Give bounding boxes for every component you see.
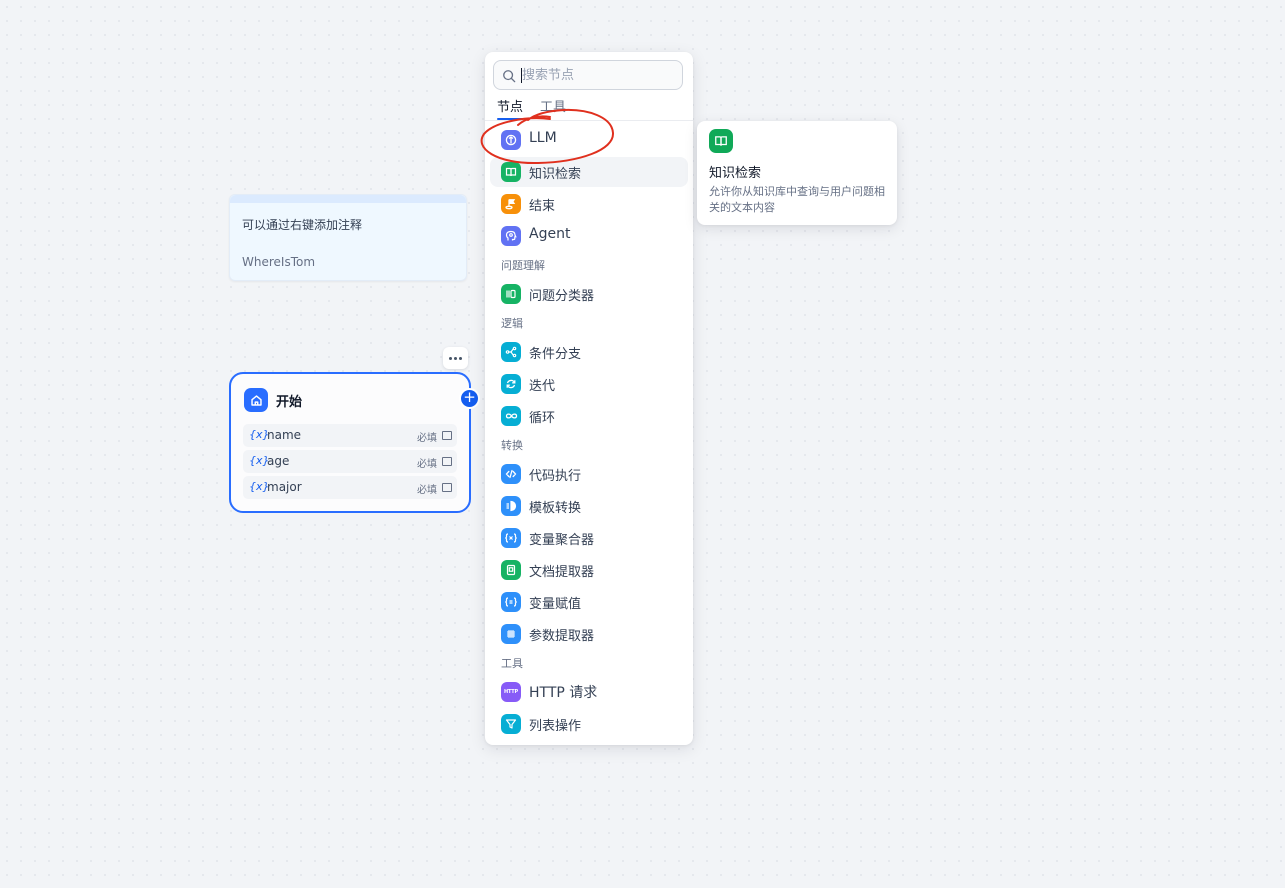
node-item-label: Agent: [529, 226, 571, 242]
more-options-button[interactable]: [443, 347, 468, 369]
required-label: 必填: [417, 459, 437, 470]
node-item-label: 迭代: [529, 379, 556, 394]
node-item-label: 结束: [529, 199, 556, 214]
branch-icon: [501, 342, 521, 362]
llm-icon: [501, 130, 521, 150]
node-item-label: 文档提取器: [529, 565, 595, 580]
variable-row: {x} major 必填: [243, 476, 457, 499]
dot-icon: [454, 356, 457, 360]
aggregator-icon: [501, 528, 521, 548]
end-icon: [501, 194, 521, 214]
start-node[interactable]: 开始 {x} name 必填 {x} age 必填 {x} major 必填: [229, 372, 471, 513]
node-item-label: 列表操作: [529, 719, 582, 734]
tab-divider: [485, 120, 693, 121]
node-item-variable-aggregator[interactable]: 变量聚合器: [490, 523, 688, 553]
variable-name: age: [267, 454, 290, 468]
node-item-end[interactable]: 结束: [490, 189, 688, 219]
node-item-label: 条件分支: [529, 347, 582, 362]
tooltip-description: 允许你从知识库中查询与用户问题相关的文本内容: [709, 185, 885, 214]
node-item-label: 变量赋值: [529, 597, 582, 612]
note-text[interactable]: 可以通过右键添加注释: [242, 216, 362, 233]
node-item-knowledge-retrieval[interactable]: 知识检索: [490, 157, 688, 187]
section-header: 问题理解: [501, 259, 545, 272]
text-input-type-icon: [442, 457, 452, 466]
node-item-label: 代码执行: [529, 469, 582, 484]
classifier-icon: [501, 284, 521, 304]
tab-nodes[interactable]: 节点: [497, 96, 523, 115]
variable-row: {x} age 必填: [243, 450, 457, 473]
assign-icon: [501, 592, 521, 612]
required-label: 必填: [417, 433, 437, 444]
variable-name: name: [267, 428, 302, 442]
iteration-icon: [501, 374, 521, 394]
dot-icon: [459, 356, 462, 360]
node-item-label: LLM: [529, 130, 557, 146]
note-header: [230, 195, 466, 203]
node-item-label: 变量聚合器: [529, 533, 595, 548]
variable-name: major: [267, 480, 302, 494]
node-item-code[interactable]: 代码执行: [490, 459, 688, 489]
node-picker-panel: 节点 工具 LLM 知识检索 结束 Agent 问题理解 问题分类器: [485, 52, 693, 745]
search-input[interactable]: [522, 65, 672, 85]
node-item-loop[interactable]: 循环: [490, 401, 688, 431]
section-header: 逻辑: [501, 317, 523, 330]
node-item-document-extractor[interactable]: 文档提取器: [490, 555, 688, 585]
http-icon: HTTP: [501, 682, 521, 702]
search-box[interactable]: [493, 60, 683, 90]
text-input-type-icon: [442, 431, 452, 440]
node-item-label: 问题分类器: [529, 289, 595, 304]
search-icon: [503, 70, 516, 83]
node-item-label: 模板转换: [529, 501, 582, 516]
variable-row: {x} name 必填: [243, 424, 457, 447]
text-input-type-icon: [442, 483, 452, 492]
node-item-iteration[interactable]: 迭代: [490, 369, 688, 399]
param-extractor-icon: [501, 624, 521, 644]
node-item-question-classifier[interactable]: 问题分类器: [490, 279, 688, 309]
node-item-http-request[interactable]: HTTP HTTP 请求: [490, 677, 688, 707]
node-item-variable-assigner[interactable]: 变量赋值: [490, 587, 688, 617]
knowledge-icon: [501, 162, 521, 182]
node-title: 开始: [276, 395, 303, 410]
node-item-template-transform[interactable]: 模板转换: [490, 491, 688, 521]
tooltip-title: 知识检索: [709, 166, 762, 181]
code-icon: [501, 464, 521, 484]
note-card[interactable]: 可以通过右键添加注释 WhereIsTom: [229, 194, 467, 281]
doc-extractor-icon: [501, 560, 521, 580]
dot-icon: [449, 356, 452, 360]
agent-icon: [501, 226, 521, 246]
node-item-label: 参数提取器: [529, 629, 595, 644]
loop-icon: [501, 406, 521, 426]
required-label: 必填: [417, 485, 437, 496]
node-item-if-else[interactable]: 条件分支: [490, 337, 688, 367]
list-filter-icon: [501, 714, 521, 734]
tab-tools[interactable]: 工具: [540, 96, 566, 115]
node-item-agent[interactable]: Agent: [490, 221, 688, 251]
node-description-tooltip: 知识检索 允许你从知识库中查询与用户问题相关的文本内容: [697, 121, 897, 225]
node-item-parameter-extractor[interactable]: 参数提取器: [490, 619, 688, 649]
node-item-label: HTTP 请求: [529, 685, 598, 701]
section-header: 转换: [501, 439, 523, 452]
http-badge: HTTP: [504, 689, 518, 695]
template-icon: [501, 496, 521, 516]
node-item-label: 循环: [529, 411, 556, 426]
home-icon: [244, 388, 268, 412]
knowledge-icon: [709, 129, 733, 153]
note-author: WhereIsTom: [242, 255, 316, 269]
node-item-llm[interactable]: LLM: [490, 125, 688, 155]
add-next-node-button[interactable]: +: [461, 390, 478, 407]
section-header: 工具: [501, 657, 523, 670]
node-item-list-operator[interactable]: 列表操作: [490, 709, 688, 739]
node-item-label: 知识检索: [529, 167, 582, 182]
